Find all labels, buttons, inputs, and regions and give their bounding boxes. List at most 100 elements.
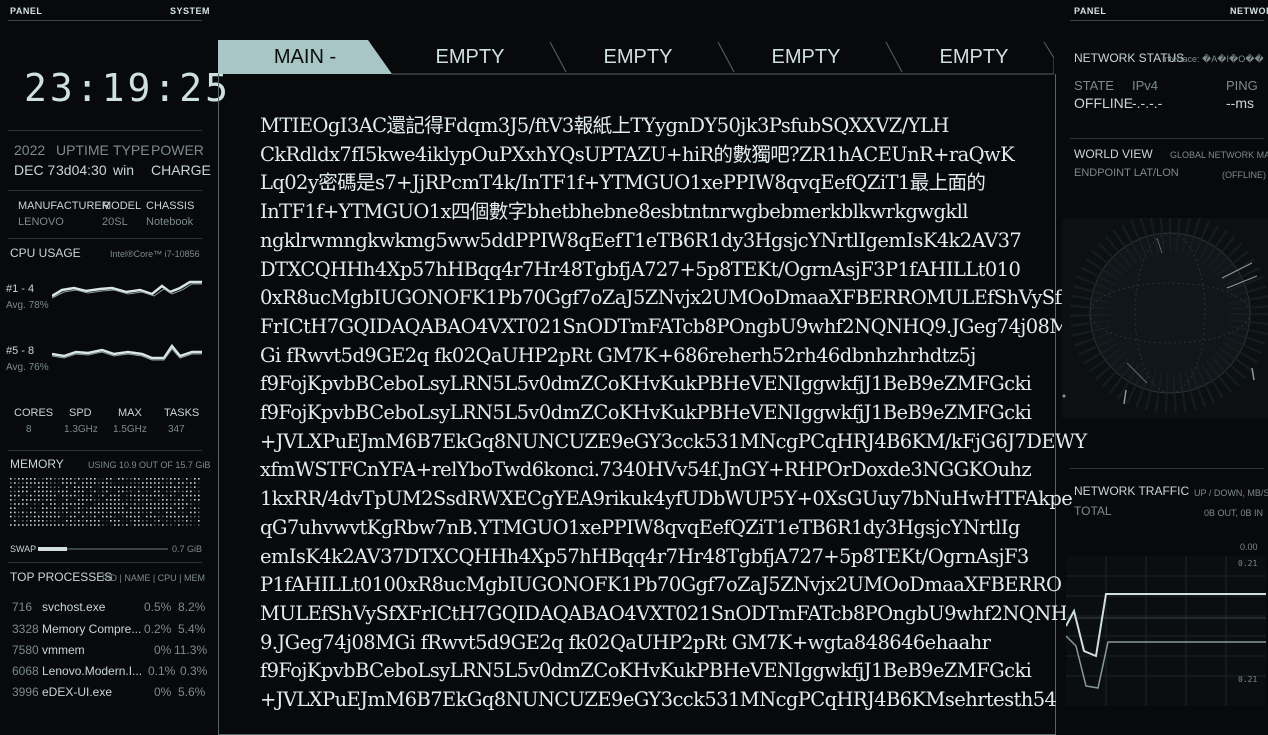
memory-cell <box>54 503 56 505</box>
memory-cell <box>182 478 184 480</box>
memory-cell <box>154 524 156 526</box>
memory-cell <box>74 520 76 522</box>
memory-cell <box>98 511 100 514</box>
terminal-line: f9FojKpvbBCeboLsyLRN5L5v0dmZCoKHvKukPBHe… <box>260 401 1032 425</box>
cpu-graph-1 <box>52 280 202 299</box>
memory-cell <box>130 503 132 505</box>
memory-cell <box>50 490 52 493</box>
terminal-line: InTF1f+YTMGUO1x四個數字bhetbhebne8esbtntnrwg… <box>260 200 969 224</box>
memory-cell <box>114 478 116 480</box>
memory-cell <box>46 524 48 526</box>
memory-cell <box>138 478 140 480</box>
memory-cell <box>146 520 148 522</box>
memory-cell <box>94 524 96 526</box>
globe-map[interactable] <box>1062 218 1268 418</box>
memory-cell <box>114 507 116 509</box>
memory-cell <box>18 499 20 501</box>
ping-value: --ms <box>1226 95 1254 111</box>
memory-cell <box>18 478 20 480</box>
system-panel: PANEL SYSTEM 23:19:25 2022 DEC 7 UPTIME … <box>0 0 228 713</box>
terminal-output[interactable]: MTIEOgI3AC還記得Fdqm3J5/ftV3報紙上TYygnDY50jk3… <box>260 112 1087 715</box>
memory-cell <box>78 520 80 522</box>
memory-cell <box>102 520 104 522</box>
memory-cell <box>162 478 164 480</box>
ipv4-label: IPv4 <box>1132 78 1159 93</box>
memory-cell <box>38 478 40 480</box>
memory-cell <box>182 507 184 509</box>
memory-cell <box>82 494 84 497</box>
memory-cell <box>178 499 180 501</box>
memory-cell <box>126 482 128 484</box>
memory-cell <box>50 494 52 497</box>
memory-cell <box>154 486 156 488</box>
tab-empty-1[interactable]: EMPTY <box>388 40 552 74</box>
tab-empty-2[interactable]: EMPTY <box>556 40 720 74</box>
memory-cell <box>158 478 160 480</box>
memory-cell <box>50 478 52 480</box>
memory-cell <box>134 494 136 497</box>
memory-cell <box>178 490 180 493</box>
memory-cell <box>74 524 76 526</box>
memory-cell <box>138 499 140 501</box>
system-header-label: SYSTEM <box>170 6 211 16</box>
memory-cell <box>178 482 180 484</box>
memory-cell <box>142 490 144 493</box>
memory-cell <box>138 507 140 509</box>
memory-cell <box>10 515 12 518</box>
memory-cell <box>178 520 180 522</box>
memory-usage: USING 10.9 OUT OF 15.7 GiB <box>88 460 211 470</box>
memory-cell <box>18 503 20 505</box>
memory-cell <box>94 478 96 480</box>
memory-cell <box>170 482 172 484</box>
memory-cell <box>18 482 20 484</box>
memory-cell <box>126 494 128 497</box>
memory-cell <box>26 478 28 480</box>
memory-cell <box>158 482 160 484</box>
memory-cell <box>190 524 192 526</box>
memory-cell <box>106 511 108 514</box>
memory-cell <box>106 478 108 480</box>
spd-value: 1.3GHz <box>64 424 98 435</box>
memory-cell <box>66 478 68 480</box>
memory-cell <box>74 503 76 505</box>
memory-cell <box>42 503 44 505</box>
endpoint-value: (OFFLINE) <box>1222 170 1266 180</box>
memory-cell <box>30 478 32 480</box>
memory-cell <box>70 482 72 484</box>
memory-cell <box>190 482 192 484</box>
chassis-value: Notebook <box>146 216 194 228</box>
memory-cell <box>30 524 32 526</box>
terminal-line: emIsK4k2AV37DTXCQHHh4Xp57hHBqq4r7Hr48Tgb… <box>260 544 1029 568</box>
memory-cell <box>86 520 88 522</box>
memory-cell <box>74 507 76 509</box>
tab-empty-4[interactable]: EMPTY <box>892 40 1056 74</box>
memory-cell <box>110 494 112 497</box>
memory-cell <box>58 494 60 497</box>
memory-cell <box>170 503 172 505</box>
memory-cell <box>150 507 152 509</box>
header-divider <box>1070 20 1264 21</box>
memory-cell <box>42 494 44 497</box>
memory-cell <box>14 482 16 484</box>
memory-cell <box>34 524 36 526</box>
memory-cell <box>110 520 112 522</box>
memory-cell <box>154 503 156 505</box>
terminal[interactable]: MAIN - EMPTY EMPTY EMPTY EMPTY MTIEOgI3A… <box>218 40 1087 735</box>
memory-cell <box>114 494 116 497</box>
memory-cell <box>174 482 176 484</box>
memory-cell <box>194 520 196 522</box>
memory-cell <box>130 515 132 518</box>
state-label: STATE <box>1074 78 1114 93</box>
memory-cell <box>102 499 104 501</box>
memory-cell <box>118 478 120 480</box>
memory-cell <box>14 511 16 514</box>
memory-cell <box>186 482 188 484</box>
memory-cell <box>70 499 72 501</box>
tab-empty-3[interactable]: EMPTY <box>724 40 888 74</box>
memory-cell <box>14 478 16 480</box>
memory-cell <box>34 520 36 522</box>
terminal-line: +JVLXPuEJmM6B7EkGq8NUNCUZE9eGY3cck531MNc… <box>260 429 1087 453</box>
memory-cell <box>94 511 96 514</box>
memory-cell <box>186 524 188 526</box>
memory-cell <box>154 494 156 497</box>
